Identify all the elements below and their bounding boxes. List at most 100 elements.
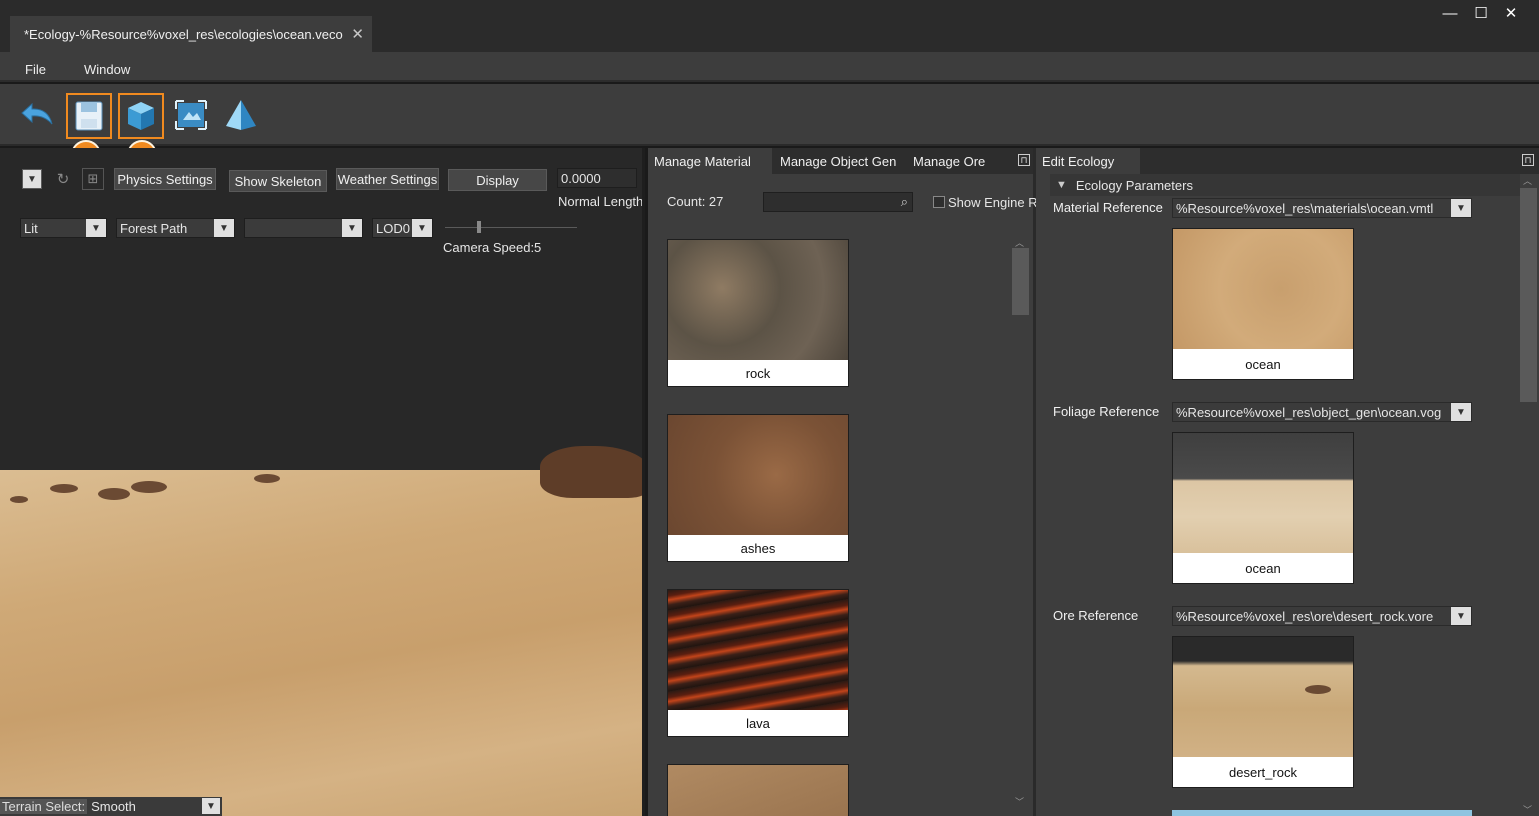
viewport-menu-dropdown[interactable]: ▼ [22,169,42,189]
foliage-reference-select[interactable]: %Resource%voxel_res\object_gen\ocean.vog… [1172,402,1472,422]
pyramid-button[interactable] [220,94,262,136]
material-search-input[interactable]: ⌕ [763,192,913,212]
normal-length-input[interactable]: 0.0000 [557,168,637,188]
ecology-parameters-header[interactable]: ▼ Ecology Parameters [1050,174,1523,196]
ore-reference-thumbnail[interactable]: desert_rock [1172,636,1354,788]
pin-icon[interactable]: ⊓ [1522,154,1534,166]
ecology-panel-tabs: Edit Ecology ⊓ [1036,148,1539,174]
empty-select[interactable]: ▼ [244,218,363,238]
cube-button[interactable] [118,93,164,139]
foliage-reference-value: %Resource%voxel_res\object_gen\ocean.vog [1176,404,1442,420]
ecology-scrollbar[interactable]: ︿ ﹀ [1520,174,1537,816]
material-item-label: ashes [740,540,776,556]
material-panel-tabs: Manage Material Manage Object Gen Manage… [648,148,1033,174]
title-bar: *Ecology-%Resource%voxel_res\ecologies\o… [0,0,1539,52]
ecology-parameters-title: Ecology Parameters [1075,177,1193,193]
menu-bar: File Window [0,52,1539,82]
chevron-down-icon: ▼ [1451,199,1471,217]
scrollbar-thumb[interactable] [1012,248,1029,315]
material-item[interactable]: ashes [667,414,849,562]
ore-reference-select[interactable]: %Resource%voxel_res\ore\desert_rock.vore… [1172,606,1472,626]
chevron-down-icon: ▼ [342,219,362,237]
collapse-triangle-icon: ▼ [1056,179,1067,191]
terrain-select-bar: Terrain Select: Smooth ▼ [0,797,222,816]
scene-viewport[interactable]: ▼ ↻ ⊞ Physics Settings Show Skeleton Wea… [0,148,645,816]
menu-file[interactable]: File [25,62,46,77]
tab-manage-material[interactable]: Manage Material [648,148,772,174]
minimize-button[interactable]: — [1437,3,1463,23]
desert-rock-ore-image [1173,637,1353,757]
lod-select[interactable]: LOD0 ▼ [372,218,433,238]
material-panel: Manage Material Manage Object Gen Manage… [648,148,1036,816]
chevron-down-icon: ▼ [1451,403,1471,421]
material-item[interactable]: lava [667,589,849,737]
show-engine-label: Show Engine R [948,195,1036,210]
terrain-select-label: Terrain Select: [0,799,88,814]
camera-speed-slider[interactable] [445,227,577,228]
scroll-down-icon[interactable]: ﹀ [1015,795,1024,808]
show-skeleton-button[interactable]: Show Skeleton [229,170,327,192]
toolbar: 2 1 [0,84,1539,170]
camera-speed-label: Camera Speed:5 [443,240,542,255]
material-item-label: rock [745,365,771,381]
tab-manage-ore[interactable]: Manage Ore [907,148,991,174]
desert-terrain [0,470,642,816]
tab-edit-ecology[interactable]: Edit Ecology [1036,148,1140,174]
terrain-rock [98,488,130,500]
tab-close-icon[interactable]: ✕ [351,25,364,43]
material-reference-select[interactable]: %Resource%voxel_res\materials\ocean.vmtl… [1172,198,1472,218]
chevron-down-icon: ▼ [412,219,432,237]
maximize-button[interactable]: ☐ [1468,3,1494,23]
sand-thumbnail [668,765,848,816]
material-scrollbar[interactable]: ︿ ﹀ [1012,236,1029,808]
weather-settings-button[interactable]: Weather Settings [336,168,439,190]
ore-reference-value: %Resource%voxel_res\ore\desert_rock.vore [1176,608,1434,624]
lighting-mode-value: Lit [24,220,38,236]
grid-icon[interactable]: ⊞ [82,168,104,190]
close-button[interactable]: ✕ [1498,3,1524,23]
partial-next-row [1172,810,1472,816]
material-item-label: lava [746,715,770,731]
chevron-down-icon: ▼ [214,219,234,237]
terrain-rock [131,481,167,493]
terrain-rock [10,496,28,503]
normal-length-label: Normal Length [558,194,644,209]
ore-reference-thumb-label: desert_rock [1229,764,1297,780]
rock-thumbnail [668,240,848,360]
save-button[interactable] [66,93,112,139]
undo-button[interactable] [16,94,58,136]
lighting-mode-select[interactable]: Lit ▼ [20,218,107,238]
search-icon[interactable]: ⌕ [901,194,908,210]
terrain-rock [254,474,280,483]
terrain-select-value[interactable]: Smooth [91,799,136,814]
scroll-up-icon[interactable]: ︿ [1523,174,1532,187]
document-tab[interactable]: *Ecology-%Resource%voxel_res\ecologies\o… [10,16,372,52]
material-reference-thumb-label: ocean [1245,356,1281,372]
frame-button[interactable] [170,94,212,136]
chevron-down-icon: ▼ [86,219,106,237]
terrain-rock [50,484,78,493]
camera-speed-slider-handle[interactable] [477,221,481,233]
material-reference-thumbnail[interactable]: ocean [1172,228,1354,380]
ore-rock-shape [1305,685,1331,694]
tab-manage-object-gen[interactable]: Manage Object Gen [774,148,902,174]
pin-icon[interactable]: ⊓ [1018,154,1030,166]
lod-value: LOD0 [376,220,410,236]
material-reference-label: Material Reference [1053,200,1163,215]
foliage-reference-thumb-label: ocean [1245,560,1281,576]
material-item[interactable] [667,764,849,816]
path-select[interactable]: Forest Path ▼ [116,218,235,238]
material-item[interactable]: rock [667,239,849,387]
scroll-down-icon[interactable]: ﹀ [1523,803,1532,816]
chevron-down-icon[interactable]: ▼ [202,798,220,814]
refresh-icon[interactable]: ↻ [52,168,74,190]
undo-icon [21,102,53,125]
frame-icon [175,100,207,130]
foliage-reference-label: Foliage Reference [1053,404,1160,419]
physics-settings-button[interactable]: Physics Settings [114,168,216,190]
menu-window[interactable]: Window [84,62,130,77]
scrollbar-thumb[interactable] [1520,188,1537,402]
foliage-reference-thumbnail[interactable]: ocean [1172,432,1354,584]
show-engine-checkbox[interactable] [933,196,945,208]
display-button[interactable]: Display [448,169,547,191]
